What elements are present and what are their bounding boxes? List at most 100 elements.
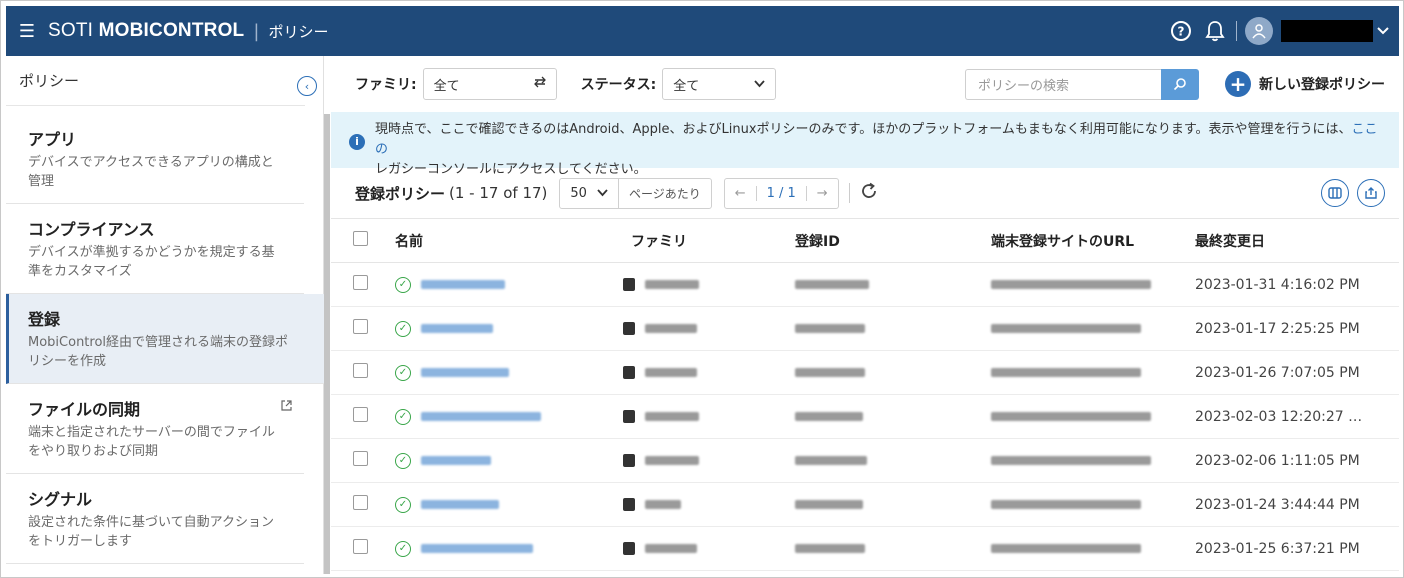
url-redacted bbox=[991, 368, 1141, 377]
notice-text-2: レガシーコンソールにアクセスしてください。 bbox=[375, 162, 647, 177]
family-redacted bbox=[645, 500, 681, 509]
check-circle-icon: ✓ bbox=[395, 364, 411, 381]
status-filter-label: ステータス: bbox=[580, 77, 657, 93]
bell-icon[interactable] bbox=[1202, 18, 1228, 44]
chevron-down-icon bbox=[754, 77, 765, 92]
row-checkbox[interactable] bbox=[353, 363, 368, 378]
enrollment-id-redacted bbox=[795, 544, 865, 553]
prev-page-button[interactable]: ← bbox=[725, 186, 756, 201]
family-redacted bbox=[645, 544, 697, 553]
policy-name-redacted[interactable] bbox=[421, 456, 491, 465]
table-row[interactable]: ✓ 2023-01-26 7:07:05 PM bbox=[331, 350, 1399, 395]
new-enrollment-policy-button[interactable]: + 新しい登録ポリシー bbox=[1225, 71, 1385, 97]
breadcrumb: ポリシー bbox=[268, 22, 329, 41]
policy-name-redacted[interactable] bbox=[421, 368, 509, 377]
sidebar-scrollbar[interactable] bbox=[324, 114, 330, 574]
row-checkbox[interactable] bbox=[353, 495, 368, 510]
policy-name-redacted[interactable] bbox=[421, 544, 533, 553]
column-header-name[interactable]: 名前 bbox=[395, 218, 595, 263]
search-input[interactable]: ポリシーの検索 bbox=[965, 68, 1161, 100]
row-checkbox[interactable] bbox=[353, 407, 368, 422]
sidebar-item-desc: デバイスが準拠するかどうかを規定する基準をカスタマイズ bbox=[28, 245, 275, 279]
family-redacted bbox=[645, 412, 699, 421]
hamburger-icon[interactable]: ☰ bbox=[6, 21, 48, 42]
user-name-redacted[interactable] bbox=[1281, 20, 1373, 42]
chevron-down-icon bbox=[597, 189, 608, 197]
collapse-sidebar-icon[interactable]: ‹ bbox=[297, 76, 317, 96]
status-filter-value: 全て bbox=[673, 78, 700, 94]
check-circle-icon: ✓ bbox=[395, 408, 411, 425]
table-row[interactable]: ✓ 2023-02-06 1:11:05 PM bbox=[331, 438, 1399, 483]
filter-bar: ファミリ: 全て ステータス: 全て ポリシーの検索 + 新しい登録ポリシー bbox=[331, 56, 1399, 112]
platform-icon bbox=[623, 366, 635, 379]
policy-search: ポリシーの検索 bbox=[965, 68, 1199, 100]
notice-text: 現時点で、ここで確認できるのはAndroid、Apple、およびLinuxポリシ… bbox=[375, 120, 1387, 177]
user-icon[interactable] bbox=[1245, 17, 1273, 45]
app-brand[interactable]: SOTI MOBICONTROL bbox=[48, 20, 244, 42]
table-row[interactable]: ✓ 2023-01-17 2:25:25 PM bbox=[331, 306, 1399, 351]
row-checkbox[interactable] bbox=[353, 319, 368, 334]
sidebar-item-label: シグナル bbox=[28, 490, 93, 509]
sidebar-item-desc: デバイスでアクセスできるアプリの構成と管理 bbox=[28, 155, 274, 189]
family-filter-label: ファミリ: bbox=[355, 77, 417, 93]
external-link-icon[interactable] bbox=[281, 400, 292, 414]
platform-icon bbox=[623, 322, 635, 335]
sidebar-item-desc: 設定された条件に基づいて自動アクションをトリガーします bbox=[28, 515, 274, 549]
column-header-url[interactable]: 端末登録サイトのURL bbox=[991, 218, 1195, 263]
sidebar-item-compliance[interactable]: コンプライアンス デバイスが準拠するかどうかを規定する基準をカスタマイズ bbox=[6, 204, 304, 294]
notice-text-1: 現時点で、ここで確認できるのはAndroid、Apple、およびLinuxポリシ… bbox=[375, 122, 1352, 137]
per-page-select[interactable]: 50 ページあたり bbox=[559, 177, 712, 209]
select-all-checkbox[interactable] bbox=[353, 231, 368, 246]
table-row[interactable]: ✓ 2023-01-24 3:44:44 PM bbox=[331, 482, 1399, 527]
enrollment-id-redacted bbox=[795, 324, 865, 333]
policy-name-redacted[interactable] bbox=[421, 324, 493, 333]
sidebar-item-enrollment[interactable]: 登録 MobiControl経由で管理される端末の登録ポリシーを作成 bbox=[6, 294, 324, 384]
column-header-modified[interactable]: 最終変更日 bbox=[1195, 218, 1399, 263]
filter-sliders-icon bbox=[533, 76, 546, 92]
export-icon[interactable] bbox=[1357, 179, 1385, 207]
platform-icon bbox=[623, 410, 635, 423]
brand-light: SOTI bbox=[48, 20, 99, 41]
sidebar-list: アプリ デバイスでアクセスできるアプリの構成と管理 コンプライアンス デバイスが… bbox=[6, 114, 324, 564]
url-redacted bbox=[991, 544, 1141, 553]
check-circle-icon: ✓ bbox=[395, 320, 411, 337]
check-circle-icon: ✓ bbox=[395, 496, 411, 513]
platform-icon bbox=[623, 278, 635, 291]
table-header-row: 名前 ファミリ 登録ID 端末登録サイトのURL 最終変更日 bbox=[331, 218, 1399, 263]
column-header-enrollment-id[interactable]: 登録ID bbox=[795, 218, 991, 263]
columns-icon[interactable] bbox=[1321, 179, 1349, 207]
table-row[interactable]: ✓ 2023-01-31 4:16:02 PM bbox=[331, 262, 1399, 307]
policy-name-redacted[interactable] bbox=[421, 280, 505, 289]
page-indicator: 1 / 1 bbox=[755, 185, 807, 201]
policy-name-redacted[interactable] bbox=[421, 500, 499, 509]
sidebar-item-apps[interactable]: アプリ デバイスでアクセスできるアプリの構成と管理 bbox=[6, 114, 304, 204]
modified-date: 2023-02-03 12:20:27 … bbox=[1195, 394, 1399, 439]
table-row[interactable]: ✓ 2023-01-25 6:37:21 PM bbox=[331, 526, 1399, 571]
column-header-family[interactable]: ファミリ bbox=[595, 218, 795, 263]
url-redacted bbox=[991, 412, 1151, 421]
status-filter-select[interactable]: 全て bbox=[662, 68, 777, 100]
check-circle-icon: ✓ bbox=[395, 540, 411, 557]
help-icon[interactable]: ? bbox=[1168, 18, 1194, 44]
url-redacted bbox=[991, 280, 1151, 289]
search-button[interactable] bbox=[1161, 68, 1199, 100]
header-divider bbox=[1236, 21, 1237, 41]
family-filter-select[interactable]: 全て bbox=[422, 68, 557, 100]
next-page-button[interactable]: → bbox=[807, 186, 838, 201]
enrollment-id-redacted bbox=[795, 500, 863, 509]
row-checkbox[interactable] bbox=[353, 451, 368, 466]
chevron-down-icon[interactable] bbox=[1377, 24, 1389, 38]
row-checkbox[interactable] bbox=[353, 539, 368, 554]
sidebar-item-label: ファイルの同期 bbox=[28, 400, 141, 419]
sidebar-item-signals[interactable]: シグナル 設定された条件に基づいて自動アクションをトリガーします bbox=[6, 474, 304, 564]
plus-icon: + bbox=[1225, 71, 1251, 97]
row-checkbox[interactable] bbox=[353, 275, 368, 290]
check-circle-icon: ✓ bbox=[395, 452, 411, 469]
refresh-icon[interactable] bbox=[860, 181, 878, 205]
policy-name-redacted[interactable] bbox=[421, 412, 541, 421]
table-row[interactable]: ✓ 2023-02-03 12:20:27 … bbox=[331, 394, 1399, 439]
sidebar-item-file-sync[interactable]: ファイルの同期 端末と指定されたサーバーの間でファイルをやり取りおよび同期 bbox=[6, 384, 304, 474]
family-redacted bbox=[645, 368, 697, 377]
family-redacted bbox=[645, 456, 699, 465]
search-icon bbox=[1173, 78, 1186, 91]
